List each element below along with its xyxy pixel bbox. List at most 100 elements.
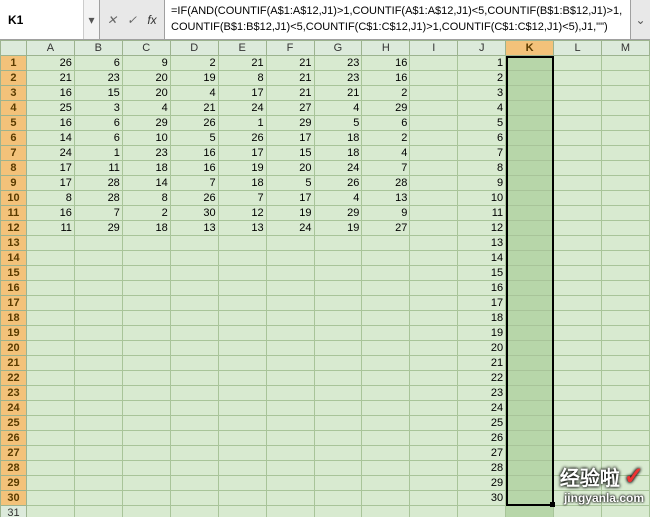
- cell[interactable]: [26, 491, 74, 506]
- cell[interactable]: [554, 266, 602, 281]
- cell[interactable]: [26, 416, 74, 431]
- row-header[interactable]: 22: [1, 371, 27, 386]
- cell[interactable]: 13: [362, 191, 410, 206]
- cell[interactable]: [122, 476, 170, 491]
- cell[interactable]: [26, 476, 74, 491]
- cell[interactable]: [554, 281, 602, 296]
- cell[interactable]: 14: [26, 131, 74, 146]
- cell[interactable]: [170, 401, 218, 416]
- row-header[interactable]: 8: [1, 161, 27, 176]
- cell[interactable]: [74, 251, 122, 266]
- cell[interactable]: 18: [458, 311, 506, 326]
- cell[interactable]: [170, 416, 218, 431]
- cell[interactable]: [218, 281, 266, 296]
- cell[interactable]: 16: [26, 86, 74, 101]
- cell[interactable]: [554, 416, 602, 431]
- cell[interactable]: [506, 326, 554, 341]
- row-header[interactable]: 7: [1, 146, 27, 161]
- cell[interactable]: 29: [74, 221, 122, 236]
- cell[interactable]: 5: [170, 131, 218, 146]
- cell[interactable]: [554, 86, 602, 101]
- cell[interactable]: [554, 176, 602, 191]
- cell[interactable]: [74, 296, 122, 311]
- formula-input[interactable]: =IF(AND(COUNTIF(A$1:A$12,J1)>1,COUNTIF(A…: [165, 0, 630, 39]
- cell[interactable]: 30: [170, 206, 218, 221]
- row-header[interactable]: 19: [1, 326, 27, 341]
- name-box-dropdown-icon[interactable]: ▾: [83, 0, 99, 39]
- cell[interactable]: 19: [314, 221, 362, 236]
- cell[interactable]: [601, 341, 649, 356]
- cell[interactable]: [218, 491, 266, 506]
- cell[interactable]: 5: [458, 116, 506, 131]
- cell[interactable]: 21: [266, 86, 314, 101]
- cell[interactable]: [410, 416, 458, 431]
- cell[interactable]: 22: [458, 371, 506, 386]
- cell[interactable]: [170, 236, 218, 251]
- cell[interactable]: [314, 506, 362, 517]
- col-header-I[interactable]: I: [410, 41, 458, 56]
- cell[interactable]: 27: [266, 101, 314, 116]
- cell[interactable]: [554, 371, 602, 386]
- cell[interactable]: 10: [458, 191, 506, 206]
- cell[interactable]: [314, 431, 362, 446]
- cell[interactable]: [26, 371, 74, 386]
- cell[interactable]: [314, 311, 362, 326]
- cell[interactable]: 14: [458, 251, 506, 266]
- cell[interactable]: [410, 236, 458, 251]
- cell[interactable]: 24: [26, 146, 74, 161]
- row-header[interactable]: 25: [1, 416, 27, 431]
- cell[interactable]: 9: [362, 206, 410, 221]
- col-header-E[interactable]: E: [218, 41, 266, 56]
- cell[interactable]: [218, 251, 266, 266]
- col-header-J[interactable]: J: [458, 41, 506, 56]
- cell[interactable]: [218, 416, 266, 431]
- cell[interactable]: [362, 401, 410, 416]
- cell[interactable]: 16: [26, 116, 74, 131]
- cell[interactable]: [410, 206, 458, 221]
- cell[interactable]: [266, 506, 314, 517]
- cell[interactable]: 12: [218, 206, 266, 221]
- cell[interactable]: [170, 386, 218, 401]
- cell[interactable]: 25: [26, 101, 74, 116]
- cell[interactable]: [122, 236, 170, 251]
- cell[interactable]: [74, 431, 122, 446]
- formula-expand-icon[interactable]: ⌄: [630, 0, 650, 39]
- cell[interactable]: [506, 431, 554, 446]
- cell[interactable]: [26, 446, 74, 461]
- cell[interactable]: 18: [122, 221, 170, 236]
- cell[interactable]: [506, 146, 554, 161]
- cell[interactable]: [218, 236, 266, 251]
- cell[interactable]: 21: [266, 71, 314, 86]
- cell[interactable]: 16: [458, 281, 506, 296]
- cell[interactable]: [218, 371, 266, 386]
- cell[interactable]: [362, 296, 410, 311]
- cell[interactable]: 24: [266, 221, 314, 236]
- cell[interactable]: 26: [170, 116, 218, 131]
- col-header-K[interactable]: K: [506, 41, 554, 56]
- cell[interactable]: 20: [266, 161, 314, 176]
- cell[interactable]: 2: [362, 86, 410, 101]
- cell[interactable]: [266, 431, 314, 446]
- cell[interactable]: 26: [26, 56, 74, 71]
- cell[interactable]: [74, 341, 122, 356]
- cell[interactable]: [410, 131, 458, 146]
- cell[interactable]: [410, 341, 458, 356]
- cell[interactable]: [554, 236, 602, 251]
- cell[interactable]: [26, 236, 74, 251]
- cell[interactable]: [506, 401, 554, 416]
- cell[interactable]: [362, 476, 410, 491]
- cell[interactable]: [314, 341, 362, 356]
- cell[interactable]: [506, 101, 554, 116]
- cell[interactable]: 5: [314, 116, 362, 131]
- row-header[interactable]: 31: [1, 506, 27, 517]
- cell[interactable]: [266, 251, 314, 266]
- cell[interactable]: [601, 161, 649, 176]
- cell[interactable]: [410, 251, 458, 266]
- cell[interactable]: [122, 326, 170, 341]
- cell[interactable]: [266, 371, 314, 386]
- row-header[interactable]: 26: [1, 431, 27, 446]
- cell[interactable]: 17: [26, 176, 74, 191]
- name-box-value[interactable]: K1: [0, 11, 83, 29]
- cell[interactable]: [362, 311, 410, 326]
- cell[interactable]: [506, 491, 554, 506]
